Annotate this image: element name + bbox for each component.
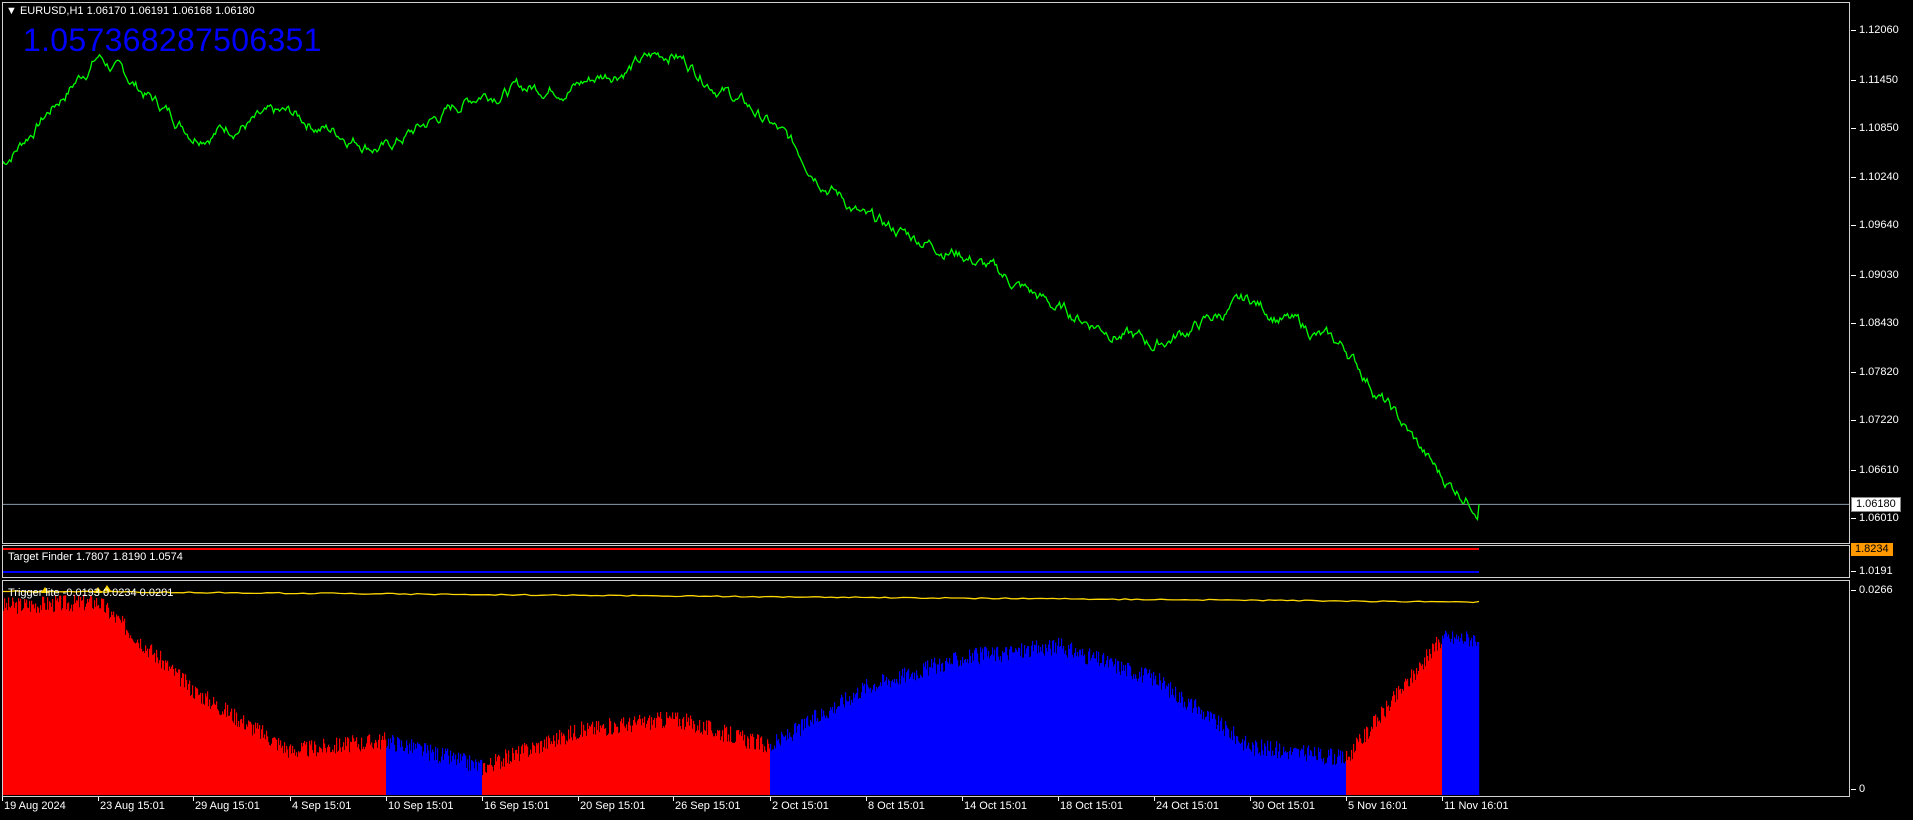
time-axis-label: 14 Oct 15:01 bbox=[964, 800, 1027, 812]
target-finder-value-box: 1.8234 bbox=[1851, 543, 1893, 556]
price-tick bbox=[1851, 518, 1856, 519]
histogram-segment bbox=[578, 711, 674, 795]
histogram-segment bbox=[290, 732, 387, 795]
price-tick-label: 1.10850 bbox=[1859, 121, 1899, 134]
price-tick-label: 1.10240 bbox=[1859, 171, 1899, 184]
time-axis-label: 24 Oct 15:01 bbox=[1156, 800, 1219, 812]
price-tick-label: 1.08430 bbox=[1859, 316, 1899, 329]
price-tick-label: 1.07220 bbox=[1859, 414, 1899, 427]
time-axis-tick bbox=[2, 797, 3, 801]
time-axis-label: 23 Aug 15:01 bbox=[100, 800, 165, 812]
price-tick bbox=[1851, 127, 1856, 129]
price-tick bbox=[1851, 274, 1856, 276]
time-axis-label: 26 Sep 15:01 bbox=[675, 800, 741, 812]
time-axis-label: 30 Oct 15:01 bbox=[1252, 800, 1315, 812]
histogram-segment bbox=[1058, 637, 1155, 795]
trigger-tick-top bbox=[1851, 590, 1856, 591]
time-axis-label: 19 Aug 2024 bbox=[4, 800, 66, 812]
histogram-segment bbox=[386, 735, 483, 795]
histogram-segment bbox=[962, 640, 1059, 795]
price-tick bbox=[1851, 79, 1856, 81]
time-axis-label: 29 Aug 15:01 bbox=[195, 800, 260, 812]
time-axis-tick bbox=[482, 797, 483, 801]
price-series-line bbox=[3, 51, 1480, 522]
trigger-scale-top: 0.0266 bbox=[1859, 584, 1893, 596]
time-axis-tick bbox=[962, 797, 963, 801]
price-tick bbox=[1851, 420, 1856, 422]
time-axis-tick bbox=[1442, 797, 1443, 801]
time-axis-label: 16 Sep 15:01 bbox=[484, 800, 550, 812]
price-tick-label: 1.09640 bbox=[1859, 219, 1899, 232]
price-tick-label: 1.12060 bbox=[1859, 24, 1899, 37]
histogram-segment bbox=[673, 712, 771, 795]
price-tick-label: 1.09030 bbox=[1859, 268, 1899, 281]
price-tick bbox=[1851, 225, 1856, 227]
price-tick bbox=[1851, 322, 1856, 324]
target-finder-scale-low: 1.0191 bbox=[1859, 565, 1893, 577]
time-axis-label: 5 Nov 16:01 bbox=[1348, 800, 1408, 812]
target-finder-title: Target Finder 1.7807 1.8190 1.0574 bbox=[8, 551, 183, 563]
price-tick-label: 1.06010 bbox=[1859, 512, 1899, 524]
trigger-signal-line bbox=[3, 590, 1480, 604]
histogram-segment bbox=[1442, 630, 1480, 795]
trigger-histogram bbox=[3, 585, 1480, 795]
price-tick-label: 1.11450 bbox=[1859, 73, 1898, 86]
time-axis-label: 10 Sep 15:01 bbox=[388, 800, 454, 812]
target-finder-tick bbox=[1851, 571, 1856, 572]
histogram-segment bbox=[1154, 673, 1251, 795]
target-finder-lines bbox=[3, 548, 1479, 573]
time-axis-label: 20 Sep 15:01 bbox=[580, 800, 646, 812]
time-axis-tick bbox=[1250, 797, 1251, 801]
histogram-bar bbox=[1478, 641, 1480, 795]
time-axis-tick bbox=[98, 797, 99, 801]
trigger-scale-bottom: 0 bbox=[1859, 783, 1866, 795]
price-tick-label: 1.06610 bbox=[1859, 463, 1899, 476]
time-axis-label: 4 Sep 15:01 bbox=[292, 800, 352, 812]
trigger-tick-bottom bbox=[1851, 789, 1856, 790]
price-line-chart bbox=[3, 51, 1849, 522]
trigger-title: Trigger lite -0.0193 0.0234 0.0201 bbox=[8, 587, 174, 599]
time-axis-tick bbox=[1346, 797, 1347, 801]
histogram-segment bbox=[866, 652, 963, 795]
histogram-segment bbox=[1346, 636, 1443, 795]
current-price-box: 1.06180 bbox=[1851, 497, 1901, 513]
time-axis-label: 11 Nov 16:01 bbox=[1444, 800, 1509, 812]
price-tick-label: 1.07820 bbox=[1859, 366, 1899, 379]
price-tick bbox=[1851, 469, 1856, 471]
histogram-segment bbox=[98, 598, 194, 795]
histogram-segment bbox=[3, 594, 99, 795]
time-axis-label: 18 Oct 15:01 bbox=[1060, 800, 1123, 812]
histogram-segment bbox=[193, 686, 291, 795]
time-axis-tick bbox=[770, 797, 771, 801]
time-axis-tick bbox=[673, 797, 674, 801]
time-axis-tick bbox=[290, 797, 291, 801]
time-axis-label: 2 Oct 15:01 bbox=[772, 800, 829, 812]
time-axis-tick bbox=[1058, 797, 1059, 801]
time-axis-tick bbox=[866, 797, 867, 801]
time-axis-tick bbox=[578, 797, 579, 801]
time-axis-tick bbox=[193, 797, 194, 801]
histogram-segment bbox=[770, 682, 867, 795]
histogram-segment bbox=[482, 724, 579, 795]
time-axis-label: 8 Oct 15:01 bbox=[868, 800, 925, 812]
histogram-segment bbox=[1250, 739, 1347, 795]
price-tick bbox=[1851, 30, 1856, 32]
time-axis-tick bbox=[1154, 797, 1155, 801]
price-tick bbox=[1851, 372, 1856, 374]
time-axis-tick bbox=[386, 797, 387, 801]
price-tick bbox=[1851, 177, 1856, 179]
